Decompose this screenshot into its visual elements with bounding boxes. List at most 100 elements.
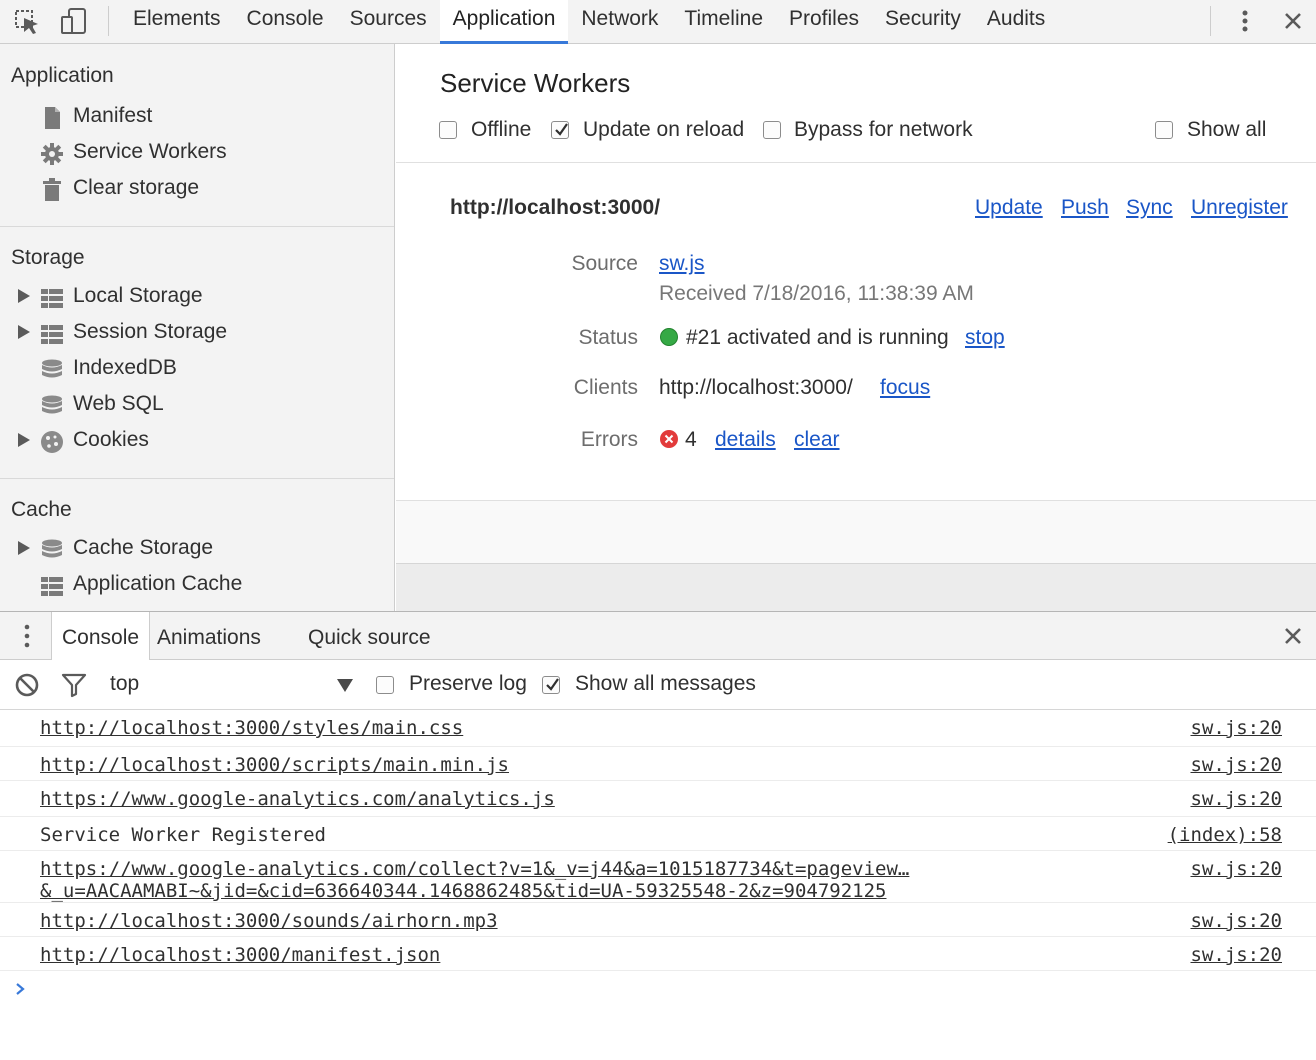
- source-label: Source: [571, 252, 638, 275]
- section-divider: [0, 226, 394, 227]
- console-message: http://localhost:3000/manifest.json sw.j…: [0, 937, 1316, 971]
- section-divider: [0, 478, 394, 479]
- console-message: https://www.google-analytics.com/analyti…: [0, 781, 1316, 817]
- sidebar-item-manifest[interactable]: Manifest: [0, 100, 394, 136]
- close-drawer-icon[interactable]: [1278, 621, 1308, 651]
- inspect-element-icon[interactable]: [12, 6, 44, 36]
- tab-audits[interactable]: Audits: [974, 0, 1058, 44]
- drawer-tab-quick-source[interactable]: Quick source: [298, 612, 441, 660]
- console-toolbar: top Preserve log Show all messages: [0, 660, 1316, 710]
- sidebar-item-cache-storage[interactable]: Cache Storage: [0, 532, 394, 568]
- focus-link[interactable]: focus: [880, 376, 930, 400]
- stop-link[interactable]: stop: [965, 326, 1005, 350]
- expand-arrow-icon[interactable]: [18, 541, 30, 555]
- sidebar-item-label: Local Storage: [73, 284, 203, 307]
- panel-empty-area: [396, 563, 1316, 611]
- service-workers-panel: Service Workers Offline Update on reload…: [396, 44, 1316, 611]
- close-icon[interactable]: [1278, 6, 1308, 36]
- offline-label: Offline: [471, 118, 532, 141]
- sidebar-item-label: Web SQL: [73, 392, 164, 415]
- chevron-down-icon[interactable]: [337, 679, 353, 692]
- database-icon: [40, 538, 64, 562]
- sidebar-section-application: Application: [11, 64, 114, 87]
- drawer-tab-animations[interactable]: Animations: [147, 612, 271, 660]
- bypass-for-network-label: Bypass for network: [794, 118, 973, 141]
- error-count: 4: [685, 428, 697, 451]
- update-on-reload-label: Update on reload: [583, 118, 745, 141]
- console-source-link[interactable]: sw.js:20: [1190, 858, 1282, 880]
- worker-origin: http://localhost:3000/: [450, 196, 661, 219]
- update-on-reload-checkbox[interactable]: [551, 121, 569, 139]
- errors-label: Errors: [580, 428, 638, 451]
- console-prompt-icon[interactable]: [14, 982, 26, 995]
- push-link[interactable]: Push: [1061, 196, 1109, 220]
- console-message-link[interactable]: http://localhost:3000/styles/main.css: [40, 717, 463, 739]
- expand-arrow-icon[interactable]: [18, 433, 30, 447]
- sidebar-section-cache: Cache: [11, 498, 72, 521]
- page-title: Service Workers: [440, 68, 631, 98]
- console-source-link[interactable]: sw.js:20: [1190, 910, 1282, 932]
- sidebar-item-cookies[interactable]: Cookies: [0, 424, 394, 460]
- expand-arrow-icon[interactable]: [18, 289, 30, 303]
- console-messages: http://localhost:3000/styles/main.css sw…: [0, 710, 1316, 1060]
- tab-profiles[interactable]: Profiles: [776, 0, 872, 44]
- console-message-link[interactable]: https://www.google-analytics.com/analyti…: [40, 788, 555, 810]
- filter-icon[interactable]: [60, 672, 88, 698]
- tab-security[interactable]: Security: [872, 0, 974, 44]
- panel-divider: [396, 162, 1316, 163]
- drawer-tab-console[interactable]: Console: [51, 612, 151, 660]
- console-message-link[interactable]: http://localhost:3000/manifest.json: [40, 944, 440, 966]
- drawer-menu-icon[interactable]: [14, 622, 40, 650]
- tab-timeline[interactable]: Timeline: [671, 0, 776, 44]
- console-source-link[interactable]: (index):58: [1168, 824, 1282, 846]
- console-source-link[interactable]: sw.js:20: [1190, 944, 1282, 966]
- more-options-icon[interactable]: [1230, 6, 1260, 36]
- sidebar-item-web-sql[interactable]: Web SQL: [0, 388, 394, 424]
- console-message-link[interactable]: http://localhost:3000/sounds/airhorn.mp3: [40, 910, 498, 932]
- unregister-link[interactable]: Unregister: [1191, 196, 1288, 220]
- tab-application[interactable]: Application: [439, 0, 569, 44]
- application-sidebar: Application Manifest Service Workers Cle…: [0, 44, 395, 611]
- drawer-tab-bar: Console Animations Quick source: [0, 611, 1316, 660]
- device-mode-icon[interactable]: [58, 6, 90, 36]
- cookie-icon: [40, 430, 64, 454]
- preserve-log-checkbox[interactable]: [376, 676, 394, 694]
- sidebar-item-service-workers[interactable]: Service Workers: [0, 136, 394, 172]
- tab-elements[interactable]: Elements: [120, 0, 234, 44]
- sidebar-item-session-storage[interactable]: Session Storage: [0, 316, 394, 352]
- tab-console[interactable]: Console: [234, 0, 337, 44]
- console-message-text: Service Worker Registered: [40, 824, 326, 846]
- bypass-for-network-checkbox[interactable]: [763, 121, 781, 139]
- sync-link[interactable]: Sync: [1126, 196, 1173, 220]
- tab-sources[interactable]: Sources: [337, 0, 440, 44]
- details-link[interactable]: details: [715, 428, 776, 452]
- console-source-link[interactable]: sw.js:20: [1190, 754, 1282, 776]
- show-all-messages-checkbox[interactable]: [542, 676, 560, 694]
- sidebar-item-indexeddb[interactable]: IndexedDB: [0, 352, 394, 388]
- devtools-toolbar: Elements Console Sources Application Net…: [0, 0, 1316, 44]
- console-source-link[interactable]: sw.js:20: [1190, 788, 1282, 810]
- tab-network[interactable]: Network: [568, 0, 671, 44]
- clear-link[interactable]: clear: [794, 428, 840, 452]
- sidebar-item-application-cache[interactable]: Application Cache: [0, 568, 394, 604]
- received-timestamp: Received 7/18/2016, 11:38:39 AM: [659, 282, 974, 305]
- source-file-link[interactable]: sw.js: [659, 252, 705, 276]
- expand-arrow-icon[interactable]: [18, 325, 30, 339]
- clear-console-icon[interactable]: [14, 672, 40, 698]
- console-message: Service Worker Registered (index):58: [0, 817, 1316, 851]
- client-url: http://localhost:3000/: [659, 376, 853, 399]
- console-message-link[interactable]: http://localhost:3000/scripts/main.min.j…: [40, 754, 509, 776]
- console-message: http://localhost:3000/sounds/airhorn.mp3…: [0, 903, 1316, 937]
- show-all-checkbox[interactable]: [1155, 121, 1173, 139]
- sidebar-item-local-storage[interactable]: Local Storage: [0, 280, 394, 316]
- update-link[interactable]: Update: [975, 196, 1043, 220]
- sidebar-item-clear-storage[interactable]: Clear storage: [0, 172, 394, 208]
- console-message-link[interactable]: https://www.google-analytics.com/collect…: [40, 858, 909, 880]
- console-message-link[interactable]: &_u=AACAAMABI~&jid=&cid=636640344.146886…: [40, 880, 886, 902]
- sidebar-item-label: Cache Storage: [73, 536, 214, 559]
- sidebar-item-label: Application Cache: [73, 572, 243, 595]
- sidebar-item-label: Service Workers: [73, 140, 227, 163]
- context-select[interactable]: top: [110, 672, 139, 696]
- console-source-link[interactable]: sw.js:20: [1190, 717, 1282, 739]
- offline-checkbox[interactable]: [439, 121, 457, 139]
